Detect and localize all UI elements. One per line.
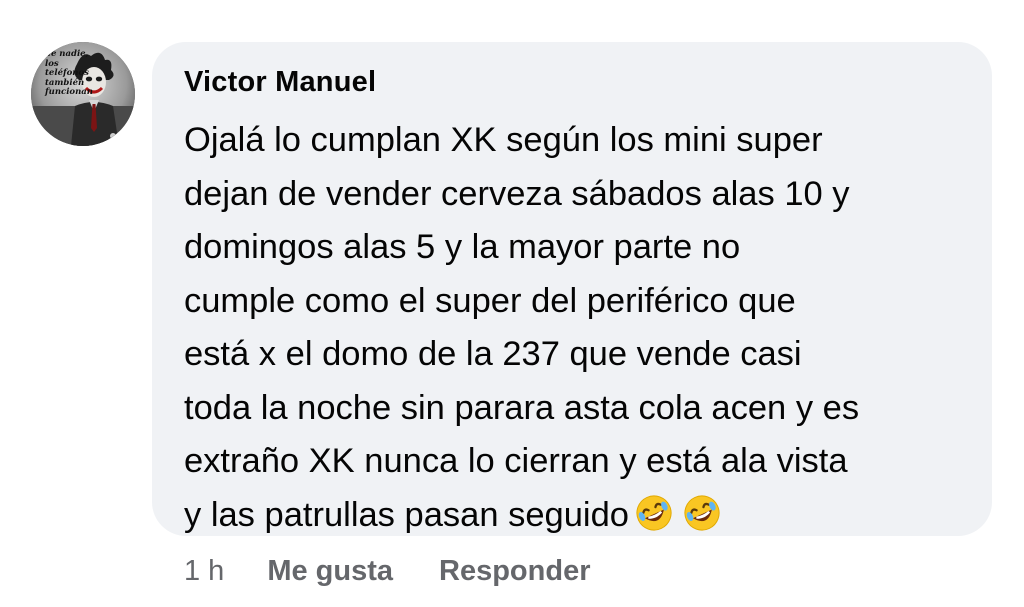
comment-text: Ojalá lo cumplan XK según los mini super…	[184, 114, 984, 542]
comment-author[interactable]: Victor Manuel	[184, 66, 376, 99]
like-button[interactable]: Me gusta	[267, 555, 393, 588]
comment-bubble: Victor Manuel Ojalá lo cumplan XK según …	[152, 42, 992, 536]
comment-actions: 1 h Me gusta Responder	[184, 551, 591, 591]
comment-text-line-content: y las patrullas pasan seguido	[184, 495, 629, 534]
comment-timestamp[interactable]: 1 h	[184, 555, 224, 588]
comment-text-line: Ojalá lo cumplan XK según los mini super	[184, 121, 823, 159]
rolling-on-floor-laughing-emoji-icon	[684, 494, 720, 531]
comment-text-line-last: y las patrullas pasan seguido	[184, 489, 984, 543]
comment-text-line: cumple como el super del periférico que	[184, 281, 796, 320]
comment-text-line: extraño XK nunca lo cierran y está ala v…	[184, 442, 848, 480]
rolling-on-floor-laughing-emoji-icon	[636, 494, 672, 531]
reply-button[interactable]: Responder	[439, 555, 590, 588]
comment-text-line: toda la noche sin parara asta cola acen …	[184, 388, 860, 427]
avatar-caption: de nadie, los teléfonos también funciona…	[45, 49, 93, 97]
comment-thread-item: de nadie, los teléfonos también funciona…	[0, 0, 1024, 607]
comment-text-line: está x el domo de la 237 que vende casi	[184, 335, 802, 373]
comment-text-line: domingos alas 5 y la mayor parte no	[184, 228, 741, 266]
avatar[interactable]: de nadie, los teléfonos también funciona…	[31, 42, 135, 146]
comment-text-line: dejan de vender cerveza sábados alas 10 …	[184, 174, 850, 213]
